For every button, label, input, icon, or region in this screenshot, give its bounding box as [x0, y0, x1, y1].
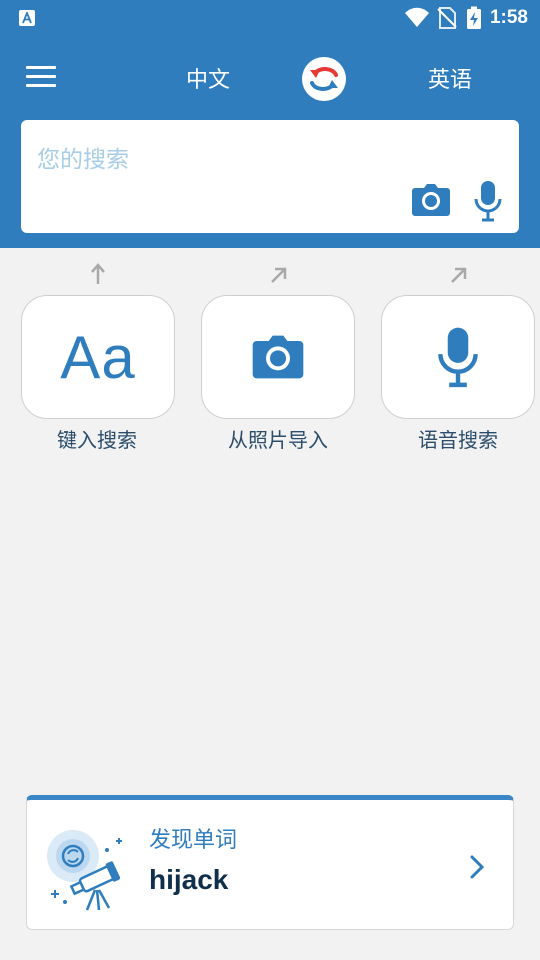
swap-languages-icon[interactable]: [302, 57, 346, 101]
status-bar: 1:58: [0, 0, 540, 36]
source-language-button[interactable]: 中文: [148, 62, 268, 94]
type-search-label: 键入搜索: [57, 428, 137, 452]
battery-charging-icon: [466, 6, 481, 29]
voice-search-label: 语音搜索: [418, 428, 498, 452]
app-bar: 中文 英语: [0, 36, 540, 120]
aa-text-icon: Aa: [60, 323, 136, 391]
microphone-icon: [438, 327, 478, 388]
status-time: 1:58: [489, 7, 528, 28]
search-input[interactable]: 您的搜索: [21, 120, 519, 233]
chevron-right-icon[interactable]: [465, 852, 489, 882]
discover-word: hijack: [149, 864, 229, 895]
import-photo-label: 从照片导入: [228, 428, 328, 452]
camera-icon[interactable]: [411, 182, 451, 218]
arrow-up-icon: [91, 263, 105, 284]
search-placeholder: 您的搜索: [37, 147, 129, 173]
arrow-up-right-icon: [271, 267, 287, 283]
discover-word-card[interactable]: 发现单词 hijack: [26, 795, 514, 930]
discover-title: 发现单词: [149, 828, 238, 853]
camera-icon: [252, 335, 304, 379]
target-language-button[interactable]: 英语: [390, 62, 510, 94]
voice-search-button[interactable]: [381, 295, 535, 419]
header: 1:58 中文 英语 您的搜索: [0, 0, 540, 248]
status-icons: 1:58: [404, 6, 528, 30]
menu-icon[interactable]: [26, 66, 58, 90]
no-sim-icon: [437, 7, 457, 29]
wifi-icon: [404, 7, 429, 27]
microphone-icon[interactable]: [473, 180, 503, 222]
arrow-up-right-icon: [451, 267, 467, 283]
a-notification-icon: [19, 10, 35, 26]
import-photo-button[interactable]: [201, 295, 355, 419]
telescope-illustration-icon: [47, 830, 122, 911]
type-search-button[interactable]: Aa: [21, 295, 175, 419]
